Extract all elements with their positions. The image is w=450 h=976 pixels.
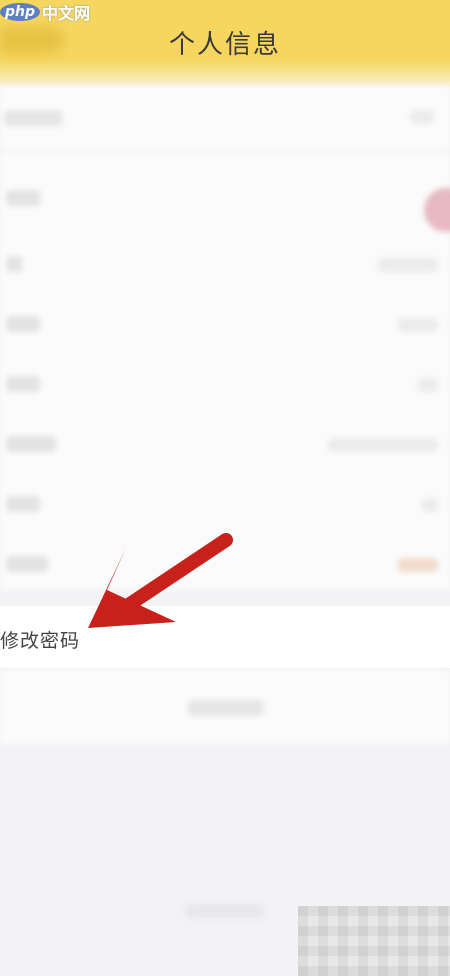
red-arrow-icon [88, 533, 233, 628]
arrow-shaft [111, 533, 233, 619]
